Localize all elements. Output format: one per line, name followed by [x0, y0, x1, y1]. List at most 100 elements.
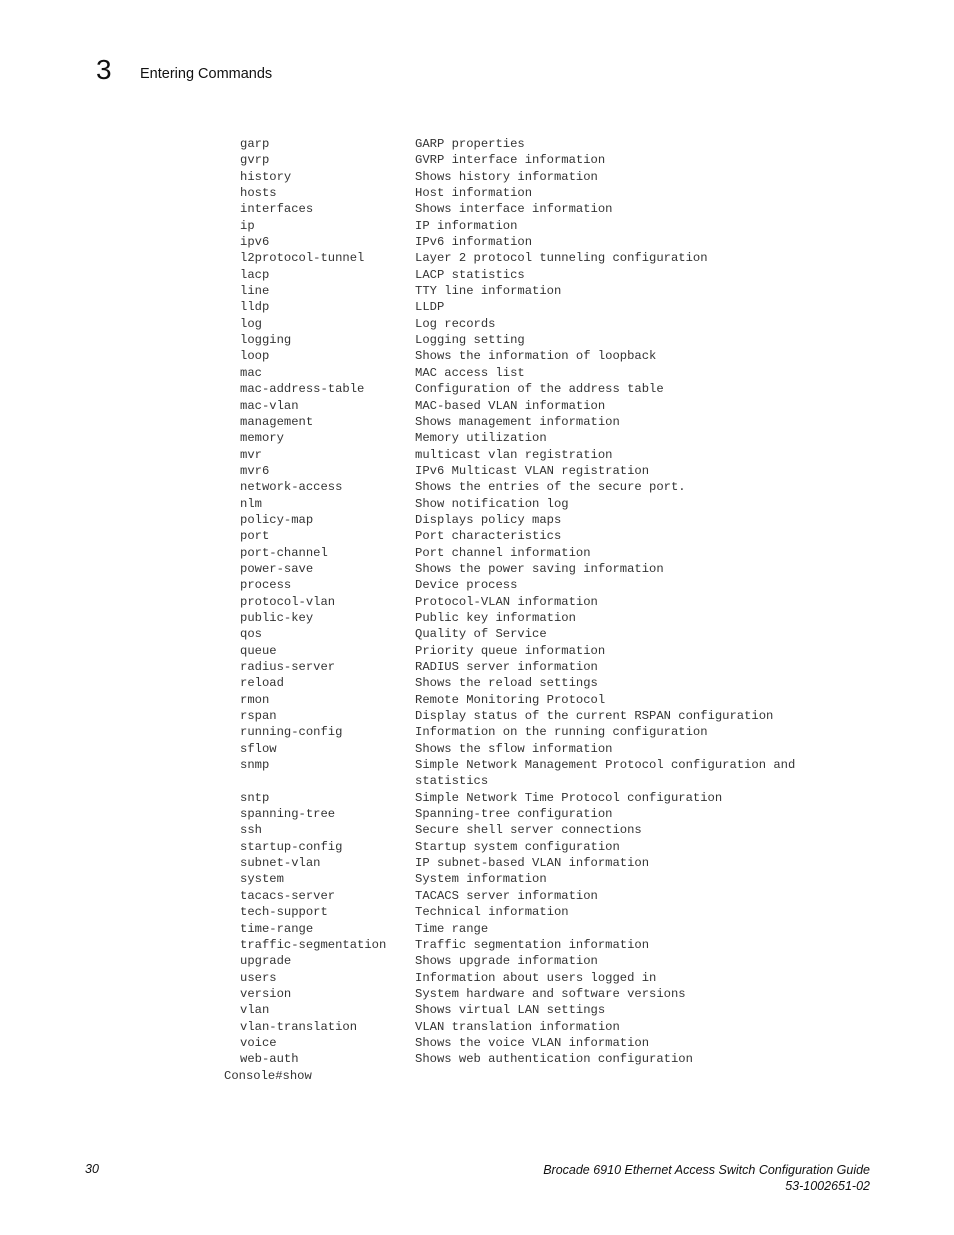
- command-name: protocol-vlan: [240, 594, 336, 609]
- command-description: Secure shell server connections: [415, 823, 642, 838]
- command-description: TACACS server information: [415, 888, 598, 903]
- command-description: Technical information: [415, 905, 569, 920]
- command-description: Layer 2 protocol tunneling configuration: [415, 251, 708, 266]
- command-description: GARP properties: [415, 137, 525, 151]
- command-description: Shows upgrade information: [415, 954, 598, 969]
- command-description: Protocol-VLAN information: [415, 594, 598, 609]
- command-description: Shows web authentication configuration: [415, 1052, 693, 1067]
- command-description: Spanning-tree configuration: [415, 807, 613, 822]
- command-name: traffic-segmentation: [240, 937, 387, 952]
- command-description: Quality of Service: [415, 627, 547, 642]
- command-description: IP subnet-based VLAN information: [415, 856, 650, 871]
- command-name: l2protocol-tunnel: [240, 251, 365, 266]
- command-description: Simple Network Time Protocol configurati…: [415, 790, 723, 805]
- command-name: reload: [240, 676, 284, 691]
- command-name: mvr6: [240, 463, 270, 478]
- command-name: radius-server: [240, 660, 336, 674]
- command-description: Shows management information: [415, 414, 620, 429]
- command-description: multicast vlan registration: [415, 447, 613, 462]
- command-name: nlm: [240, 496, 262, 511]
- command-name: ipv6: [240, 235, 270, 250]
- command-name: qos: [240, 627, 262, 642]
- command-description: Shows virtual LAN settings: [415, 1003, 606, 1018]
- command-description: Shows interface information: [415, 202, 613, 217]
- command-description: Memory utilization: [415, 431, 547, 446]
- command-name: policy-map: [240, 512, 314, 527]
- command-name: memory: [240, 431, 284, 446]
- command-name: startup-config: [240, 839, 343, 854]
- command-description: Device process: [415, 578, 518, 593]
- command-description: MAC access list: [415, 365, 525, 380]
- command-description: RADIUS server information: [415, 660, 598, 674]
- command-name: version: [240, 986, 292, 1001]
- footer-doc-number: 53-1002651-02: [785, 1179, 870, 1193]
- command-name: voice: [240, 1035, 277, 1050]
- command-description: Shows history information: [415, 169, 598, 184]
- command-name: loop: [240, 349, 270, 364]
- command-description: TTY line information: [415, 284, 562, 299]
- command-name: hosts: [240, 186, 277, 201]
- command-description: Simple Network Management Protocol confi…: [415, 758, 796, 773]
- command-name: running-config: [240, 725, 343, 740]
- command-name: mac-address-table: [240, 382, 365, 397]
- command-description: Shows the entries of the secure port.: [415, 480, 686, 495]
- command-description: LACP statistics: [415, 267, 525, 282]
- command-name: spanning-tree: [240, 807, 336, 822]
- command-name: snmp: [240, 758, 270, 773]
- command-description: Displays policy maps: [415, 512, 562, 527]
- command-name: subnet-vlan: [240, 856, 321, 871]
- command-description: Public key information: [415, 610, 576, 625]
- command-name: vlan-translation: [240, 1019, 358, 1034]
- command-name: port: [240, 529, 270, 544]
- command-description-continuation: statistics: [415, 774, 489, 789]
- command-name: queue: [240, 643, 277, 658]
- command-description: IPv6 Multicast VLAN registration: [415, 463, 650, 478]
- command-name: tech-support: [240, 905, 328, 920]
- command-description: Host information: [415, 186, 533, 201]
- command-name: tacacs-server: [240, 888, 336, 903]
- command-description: Configuration of the address table: [415, 382, 664, 397]
- command-name: garp: [240, 137, 270, 151]
- command-name: log: [240, 316, 262, 331]
- command-description: Shows the information of loopback: [415, 349, 657, 364]
- command-description: Log records: [415, 316, 496, 331]
- page-number: 30: [85, 1162, 99, 1176]
- command-description: System hardware and software versions: [415, 986, 686, 1001]
- command-name: gvrp: [240, 153, 270, 168]
- command-name: sntp: [240, 790, 270, 805]
- command-name: lacp: [240, 267, 270, 282]
- command-description: Information on the running configuration: [415, 725, 708, 740]
- command-name: system: [240, 872, 284, 887]
- chapter-title: Entering Commands: [140, 66, 273, 82]
- command-description: LLDP: [415, 300, 445, 315]
- command-description: Shows the sflow information: [415, 741, 613, 756]
- command-name: interfaces: [240, 202, 314, 217]
- command-name: port-channel: [240, 545, 328, 560]
- command-name: logging: [240, 333, 292, 348]
- command-description: MAC-based VLAN information: [415, 398, 606, 413]
- command-description: Port channel information: [415, 545, 591, 560]
- command-name: sflow: [240, 741, 277, 756]
- command-description: Information about users logged in: [415, 970, 657, 985]
- command-name: public-key: [240, 610, 314, 625]
- command-name: mac-vlan: [240, 398, 299, 413]
- command-description: IPv6 information: [415, 235, 533, 250]
- command-description: Time range: [415, 921, 489, 936]
- command-description: Shows the power saving information: [415, 561, 664, 576]
- footer-doc-title: Brocade 6910 Ethernet Access Switch Conf…: [543, 1163, 870, 1177]
- command-name: mvr: [240, 447, 262, 462]
- command-name: mac: [240, 365, 262, 380]
- command-description: Show notification log: [415, 496, 569, 511]
- command-name: time-range: [240, 921, 314, 936]
- command-name: ip: [240, 218, 255, 233]
- command-description: IP information: [415, 218, 518, 233]
- command-description: Shows the reload settings: [415, 676, 598, 691]
- command-name: users: [240, 970, 277, 985]
- command-description: Remote Monitoring Protocol: [415, 692, 606, 707]
- command-name: rspan: [240, 709, 277, 724]
- footer-doc-info: Brocade 6910 Ethernet Access Switch Conf…: [543, 1162, 870, 1194]
- command-name: upgrade: [240, 954, 292, 969]
- command-name: ssh: [240, 823, 262, 838]
- command-description: Logging setting: [415, 333, 525, 348]
- command-description: Traffic segmentation information: [415, 937, 650, 952]
